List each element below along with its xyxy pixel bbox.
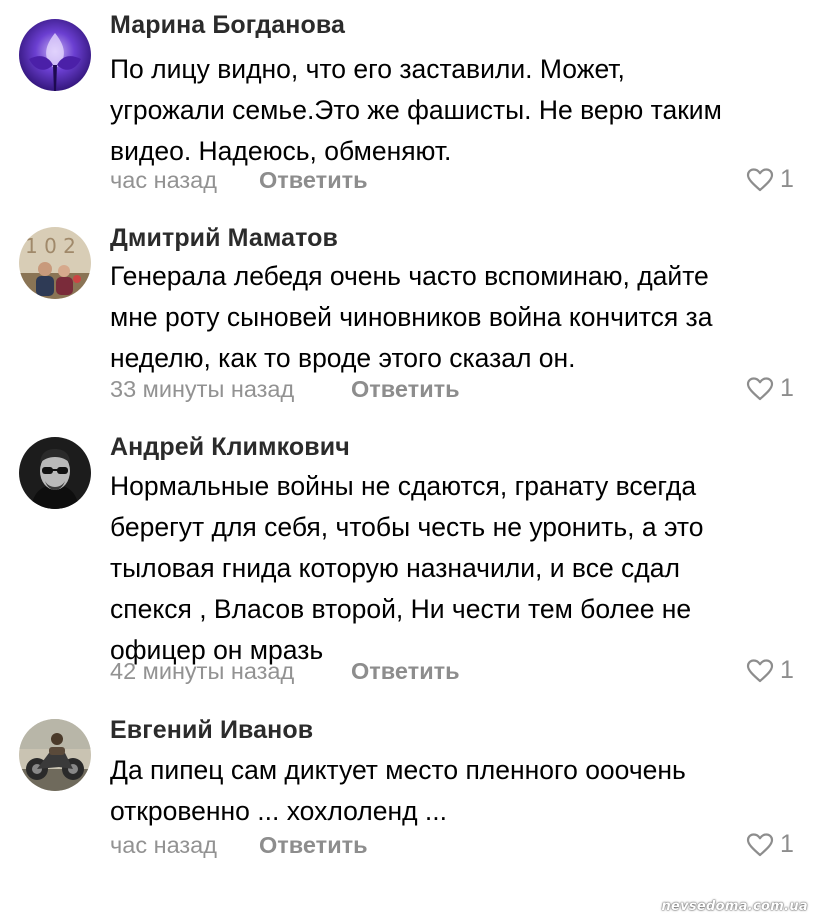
comment-text-line: видео. Надеюсь, обменяют. [110, 136, 452, 166]
comment-text-line: мне роту сыновей чиновников война кончит… [110, 302, 713, 332]
like-count: 1 [780, 656, 794, 684]
comment-text-line: Генерала лебедя очень часто вспоминаю, д… [110, 261, 709, 291]
reply-button[interactable]: Ответить [351, 376, 460, 403]
avatar[interactable]: 1 0 2 [19, 227, 91, 299]
iris-flower-avatar-icon [19, 19, 91, 91]
comment-author[interactable]: Евгений Иванов [110, 716, 313, 745]
heart-icon [746, 168, 774, 192]
like-button[interactable]: 1 [746, 656, 798, 686]
comment-text-line: откровенно ... хохлоленд ... [110, 796, 448, 826]
heart-icon [746, 833, 774, 857]
motorcycle-avatar-icon [19, 719, 91, 791]
comment-author[interactable]: Андрей Климкович [110, 433, 350, 462]
comment-author[interactable]: Дмитрий Маматов [110, 224, 338, 253]
like-count: 1 [780, 374, 794, 402]
watermark: nevsedoma.com.ua [661, 899, 808, 914]
avatar[interactable] [19, 19, 91, 91]
avatar[interactable] [19, 437, 91, 509]
comment-text-line: неделю, как то вроде этого сказал он. [110, 343, 576, 373]
comment-text-line: Нормальные войны не сдаются, гранату все… [110, 471, 697, 501]
comment-text-line: угрожали семье.Это же фашисты. Не верю т… [110, 95, 722, 125]
comment-timestamp: 42 минуты назад [110, 658, 295, 684]
heart-icon [746, 659, 774, 683]
comment-timestamp: час назад [110, 832, 217, 858]
like-button[interactable]: 1 [746, 165, 798, 195]
avatar[interactable] [19, 719, 91, 791]
comment-text-line: По лицу видно, что его заставили. Может, [110, 54, 625, 84]
reply-button[interactable]: Ответить [351, 658, 460, 685]
comment-timestamp: час назад [110, 167, 217, 193]
reply-button[interactable]: Ответить [259, 832, 368, 859]
svg-text:1 0 2: 1 0 2 [25, 234, 76, 258]
comment-text: Да пипец сам диктует место пленного оооч… [110, 750, 800, 832]
like-button[interactable]: 1 [746, 830, 798, 860]
comment-timestamp: 33 минуты назад [110, 376, 295, 402]
comment-text-line: спекся , Власов второй, Ни чести тем бол… [110, 594, 692, 624]
like-count: 1 [780, 165, 794, 193]
comment-author[interactable]: Марина Богданова [110, 11, 345, 40]
heart-icon [746, 377, 774, 401]
comment-text-line: берегут для себя, чтобы честь не уронить… [110, 512, 704, 542]
comment-text: По лицу видно, что его заставили. Может,… [110, 49, 800, 172]
couple-photo-avatar-icon: 1 0 2 [19, 227, 91, 299]
like-button[interactable]: 1 [746, 374, 798, 404]
comment-text: Нормальные войны не сдаются, гранату все… [110, 466, 800, 671]
man-sunglasses-avatar-icon [19, 437, 91, 509]
comment-text-line: Да пипец сам диктует место пленного оооч… [110, 755, 686, 785]
comment-text: Генерала лебедя очень часто вспоминаю, д… [110, 256, 800, 379]
reply-button[interactable]: Ответить [259, 167, 368, 194]
like-count: 1 [780, 830, 794, 858]
comment-text-line: тыловая гнида которую назначили, и все с… [110, 553, 680, 583]
